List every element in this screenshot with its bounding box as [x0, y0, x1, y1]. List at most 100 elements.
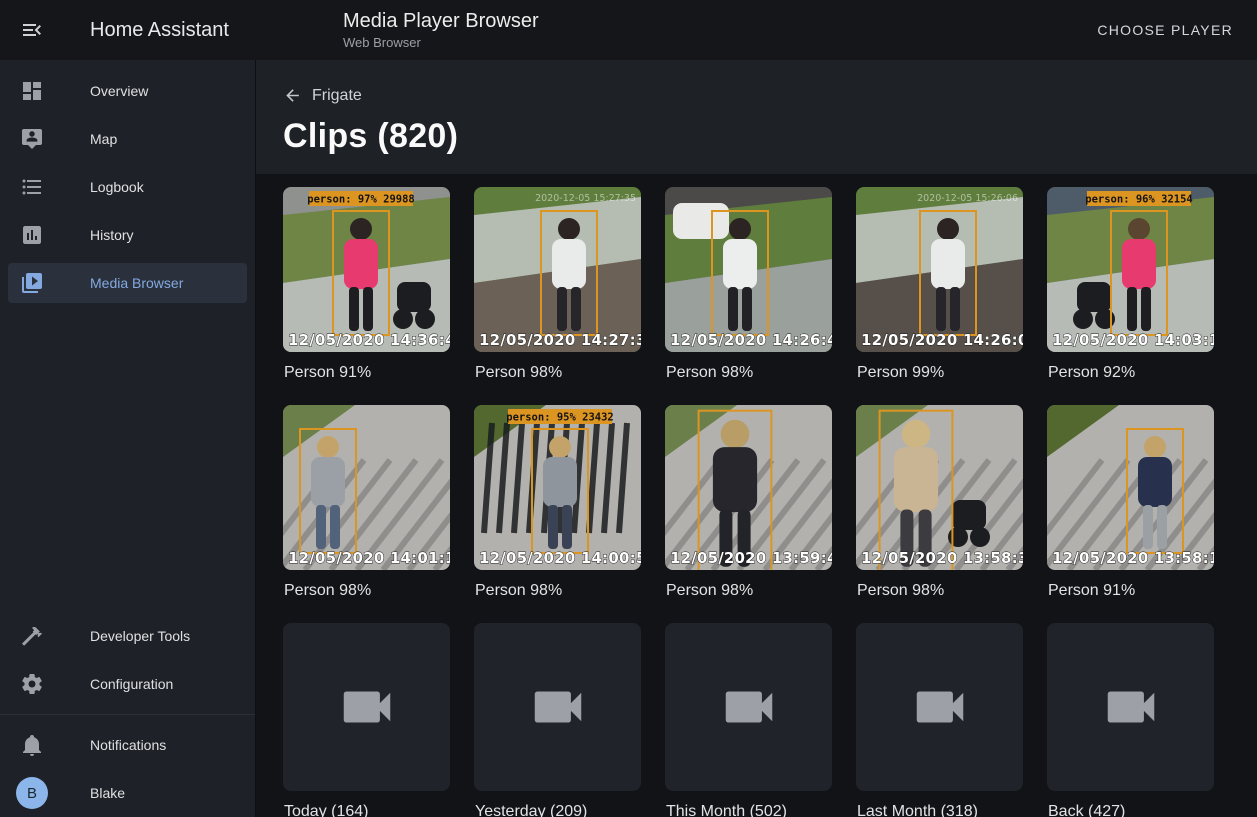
sidebar-item-label: Configuration	[90, 676, 173, 692]
hammer-icon	[20, 624, 44, 648]
clip-thumbnail: 12/05/2020 13:59:49	[665, 405, 832, 570]
sidebar-item-configuration[interactable]: Configuration	[8, 664, 247, 704]
sidebar-item-label: Notifications	[90, 737, 166, 753]
sidebar-item-label: Map	[90, 131, 117, 147]
sidebar-item-label: Media Browser	[90, 275, 183, 291]
clip-card[interactable]: 12/05/2020 13:58:30 Person 98%	[856, 405, 1023, 623]
folder-label: This Month (502)	[666, 801, 832, 817]
svg-text:2020-12-05 15:27:35: 2020-12-05 15:27:35	[535, 193, 636, 204]
folder-card[interactable]: Last Month (318)	[856, 623, 1023, 817]
sidebar-item-label: History	[90, 227, 134, 243]
menu-open-icon[interactable]	[8, 6, 56, 54]
folder-thumbnail	[1047, 623, 1214, 791]
svg-text:12/05/2020 14:03:17: 12/05/2020 14:03:17	[1052, 331, 1214, 349]
sidebar-item-label: Overview	[90, 83, 148, 99]
topbar-left: Home Assistant	[0, 6, 256, 54]
format-list-icon	[20, 175, 44, 199]
sidebar-item-history[interactable]: History	[8, 215, 247, 255]
sidebar-divider	[0, 714, 255, 715]
clip-thumbnail: 12/05/2020 14:01:14	[283, 405, 450, 570]
chart-box-icon	[20, 223, 44, 247]
folder-card[interactable]: Back (427)	[1047, 623, 1214, 817]
choose-player-button[interactable]: CHOOSE PLAYER	[1089, 14, 1241, 46]
sidebar-item-label: Blake	[90, 785, 125, 801]
view-dashboard-icon	[20, 79, 44, 103]
svg-text:12/05/2020 14:00:52: 12/05/2020 14:00:52	[479, 549, 641, 567]
top-app-bar: Home Assistant Media Player Browser Web …	[0, 0, 1257, 60]
play-box-multiple-icon	[20, 271, 44, 295]
clip-card[interactable]: person: 96% 32154 12/05/2020 14:03:17 Per…	[1047, 187, 1214, 405]
sidebar-item-map[interactable]: Map	[8, 119, 247, 159]
svg-text:person: 96% 32154: person: 96% 32154	[1085, 194, 1192, 206]
clip-caption: Person 91%	[284, 362, 450, 384]
bell-icon	[20, 733, 44, 757]
clip-card[interactable]: 12/05/2020 14:01:14 Person 98%	[283, 405, 450, 623]
clip-thumbnail: person: 96% 32154 12/05/2020 14:03:17	[1047, 187, 1214, 352]
sidebar-item-notifications[interactable]: Notifications	[8, 725, 247, 765]
clips-grid-area: person: 97% 29988 12/05/2020 14:36:47 Per…	[256, 174, 1257, 817]
gear-icon	[20, 672, 44, 696]
clip-caption: Person 92%	[1048, 362, 1214, 384]
video-camera-icon	[718, 676, 780, 738]
folder-thumbnail	[665, 623, 832, 791]
folder-card[interactable]: Today (164)	[283, 623, 450, 817]
avatar: B	[16, 777, 48, 809]
svg-text:12/05/2020 14:01:14: 12/05/2020 14:01:14	[288, 549, 450, 567]
clip-thumbnail: 2020-12-05 15:27:35 12/05/2020 14:27:35	[474, 187, 641, 352]
folder-label: Today (164)	[284, 801, 450, 817]
folder-card[interactable]: This Month (502)	[665, 623, 832, 817]
page-title-block: Media Player Browser Web Browser	[256, 10, 539, 51]
clip-card[interactable]: 12/05/2020 13:59:49 Person 98%	[665, 405, 832, 623]
sidebar-spacer	[0, 307, 255, 612]
sidebar-item-developer-tools[interactable]: Developer Tools	[8, 616, 247, 656]
sidebar-item-profile[interactable]: B Blake	[8, 773, 247, 813]
clip-caption: Person 98%	[284, 580, 450, 602]
svg-text:12/05/2020 14:26:46: 12/05/2020 14:26:46	[670, 331, 832, 349]
video-camera-icon	[1100, 676, 1162, 738]
svg-text:12/05/2020 14:36:47: 12/05/2020 14:36:47	[288, 331, 450, 349]
clip-caption: Person 91%	[1048, 580, 1214, 602]
clip-caption: Person 98%	[857, 580, 1023, 602]
clip-card[interactable]: 12/05/2020 13:58:17 Person 91%	[1047, 405, 1214, 623]
svg-text:12/05/2020 14:27:35: 12/05/2020 14:27:35	[479, 331, 641, 349]
sidebar-item-logbook[interactable]: Logbook	[8, 167, 247, 207]
breadcrumb-label: Frigate	[312, 87, 362, 105]
breadcrumb-back[interactable]: Frigate	[283, 86, 362, 105]
video-camera-icon	[527, 676, 589, 738]
sidebar-item-overview[interactable]: Overview	[8, 71, 247, 111]
content-header: Frigate Clips (820)	[256, 60, 1257, 174]
media-browser-content: Frigate Clips (820) person: 97% 29988 12/…	[256, 60, 1257, 817]
clip-card[interactable]: 12/05/2020 14:26:46 Person 98%	[665, 187, 832, 405]
svg-text:person: 97% 29988: person: 97% 29988	[307, 194, 414, 206]
svg-text:2020-12-05 15:26:06: 2020-12-05 15:26:06	[917, 193, 1018, 204]
clip-thumbnail: 12/05/2020 13:58:30	[856, 405, 1023, 570]
sidebar-item-label: Developer Tools	[90, 628, 190, 644]
video-camera-icon	[909, 676, 971, 738]
folder-label: Yesterday (209)	[475, 801, 641, 817]
clip-thumbnail: person: 97% 29988 12/05/2020 14:36:47	[283, 187, 450, 352]
folder-thumbnail	[856, 623, 1023, 791]
clips-grid: person: 97% 29988 12/05/2020 14:36:47 Per…	[283, 187, 1257, 817]
tooltip-account-icon	[20, 127, 44, 151]
svg-text:person: 95% 23432: person: 95% 23432	[506, 412, 613, 424]
folder-label: Back (427)	[1048, 801, 1214, 817]
clip-thumbnail: person: 95% 23432 12/05/2020 14:00:52	[474, 405, 641, 570]
sidebar-item-label: Logbook	[90, 179, 144, 195]
sidebar: Overview Map Logbook History Media Brows…	[0, 60, 256, 817]
clip-caption: Person 99%	[857, 362, 1023, 384]
clip-card[interactable]: 2020-12-05 15:26:0612/05/2020 14:26:07 P…	[856, 187, 1023, 405]
video-camera-icon	[336, 676, 398, 738]
folder-thumbnail	[474, 623, 641, 791]
clip-thumbnail: 12/05/2020 14:26:46	[665, 187, 832, 352]
folder-card[interactable]: Yesterday (209)	[474, 623, 641, 817]
clip-card[interactable]: person: 97% 29988 12/05/2020 14:36:47 Per…	[283, 187, 450, 405]
clip-card[interactable]: person: 95% 23432 12/05/2020 14:00:52 Per…	[474, 405, 641, 623]
page-title: Media Player Browser	[343, 10, 539, 33]
sidebar-item-media-browser[interactable]: Media Browser	[8, 263, 247, 303]
svg-text:12/05/2020 13:58:17: 12/05/2020 13:58:17	[1052, 549, 1214, 567]
clip-caption: Person 98%	[475, 362, 641, 384]
clip-thumbnail: 12/05/2020 13:58:17	[1047, 405, 1214, 570]
clip-card[interactable]: 2020-12-05 15:27:35 12/05/2020 14:27:35 P…	[474, 187, 641, 405]
clip-caption: Person 98%	[666, 362, 832, 384]
clip-caption: Person 98%	[475, 580, 641, 602]
